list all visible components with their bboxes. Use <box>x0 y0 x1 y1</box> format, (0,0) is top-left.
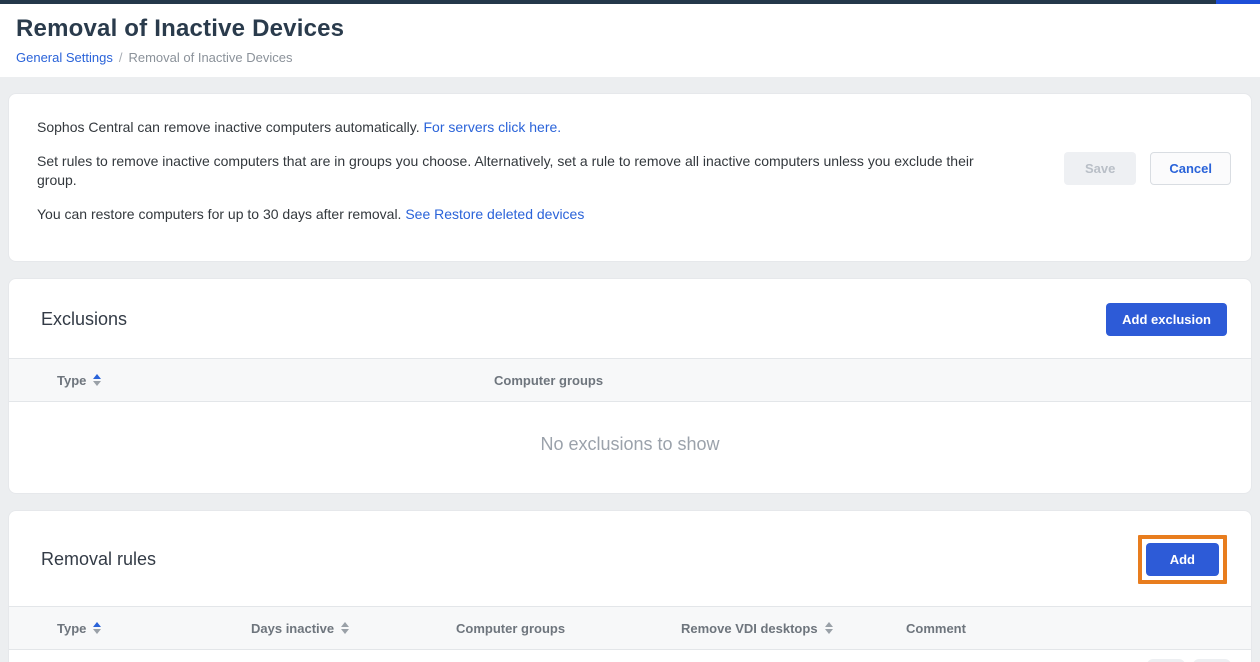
exclusions-title: Exclusions <box>41 309 127 330</box>
sort-icon <box>93 374 101 386</box>
intro-text-3: You can restore computers for up to 30 d… <box>37 206 405 222</box>
rules-column-computer-groups-label: Computer groups <box>456 621 565 636</box>
exclusions-table-header: Type Computer groups <box>9 358 1251 402</box>
rules-column-remove-vdi-label: Remove VDI desktops <box>681 621 818 636</box>
exclusions-header: Exclusions Add exclusion <box>9 279 1251 358</box>
intro-paragraph-2: Set rules to remove inactive computers t… <box>37 152 991 190</box>
rules-column-computer-groups: Computer groups <box>456 621 681 636</box>
exclusions-column-computer-groups: Computer groups <box>494 373 1251 388</box>
add-exclusion-button[interactable]: Add exclusion <box>1106 303 1227 336</box>
restore-deleted-devices-link[interactable]: See Restore deleted devices <box>405 206 584 222</box>
servers-link[interactable]: For servers click here. <box>423 119 561 135</box>
breadcrumb-current: Removal of Inactive Devices <box>128 50 292 65</box>
rules-column-days-inactive[interactable]: Days inactive <box>251 621 456 636</box>
breadcrumb: General Settings / Removal of Inactive Dev… <box>16 50 1244 65</box>
table-row: Global 30 — <box>9 650 1251 662</box>
rules-column-remove-vdi[interactable]: Remove VDI desktops <box>681 621 906 636</box>
page-header: Removal of Inactive Devices General Sett… <box>0 4 1260 77</box>
breadcrumb-separator: / <box>119 50 123 65</box>
cancel-button[interactable]: Cancel <box>1150 152 1231 185</box>
exclusions-panel: Exclusions Add exclusion Type Computer g… <box>8 278 1252 494</box>
removal-rules-title: Removal rules <box>41 549 156 570</box>
removal-rules-header: Removal rules Add <box>9 511 1251 606</box>
sort-icon <box>825 622 833 634</box>
page-title: Removal of Inactive Devices <box>16 15 1244 43</box>
removal-rules-panel: Removal rules Add Type Days inactive Com… <box>8 510 1252 662</box>
breadcrumb-link-general-settings[interactable]: General Settings <box>16 50 113 65</box>
top-strip-accent <box>1216 0 1260 4</box>
intro-panel: Sophos Central can remove inactive compu… <box>8 93 1252 262</box>
intro-paragraph-3: You can restore computers for up to 30 d… <box>37 205 991 224</box>
exclusions-column-type[interactable]: Type <box>9 373 494 388</box>
sort-icon <box>93 622 101 634</box>
rules-column-comment: Comment <box>906 621 1251 636</box>
sort-icon <box>341 622 349 634</box>
add-button-highlight-annotation: Add <box>1138 535 1227 584</box>
add-rule-button[interactable]: Add <box>1146 543 1219 576</box>
save-button[interactable]: Save <box>1064 152 1136 185</box>
removal-rules-table-header: Type Days inactive Computer groups Remov… <box>9 606 1251 650</box>
exclusions-column-type-label: Type <box>57 373 86 388</box>
rules-column-type[interactable]: Type <box>9 621 251 636</box>
exclusions-empty-message: No exclusions to show <box>9 402 1251 493</box>
form-actions: Save Cancel <box>1064 152 1231 185</box>
window-top-strip <box>0 0 1260 4</box>
intro-text-1: Sophos Central can remove inactive compu… <box>37 119 423 135</box>
exclusions-column-computer-groups-label: Computer groups <box>494 373 603 388</box>
rules-column-comment-label: Comment <box>906 621 966 636</box>
rules-column-type-label: Type <box>57 621 86 636</box>
rules-column-days-inactive-label: Days inactive <box>251 621 334 636</box>
intro-paragraph-1: Sophos Central can remove inactive compu… <box>37 118 991 137</box>
content-area: Sophos Central can remove inactive compu… <box>0 77 1260 662</box>
